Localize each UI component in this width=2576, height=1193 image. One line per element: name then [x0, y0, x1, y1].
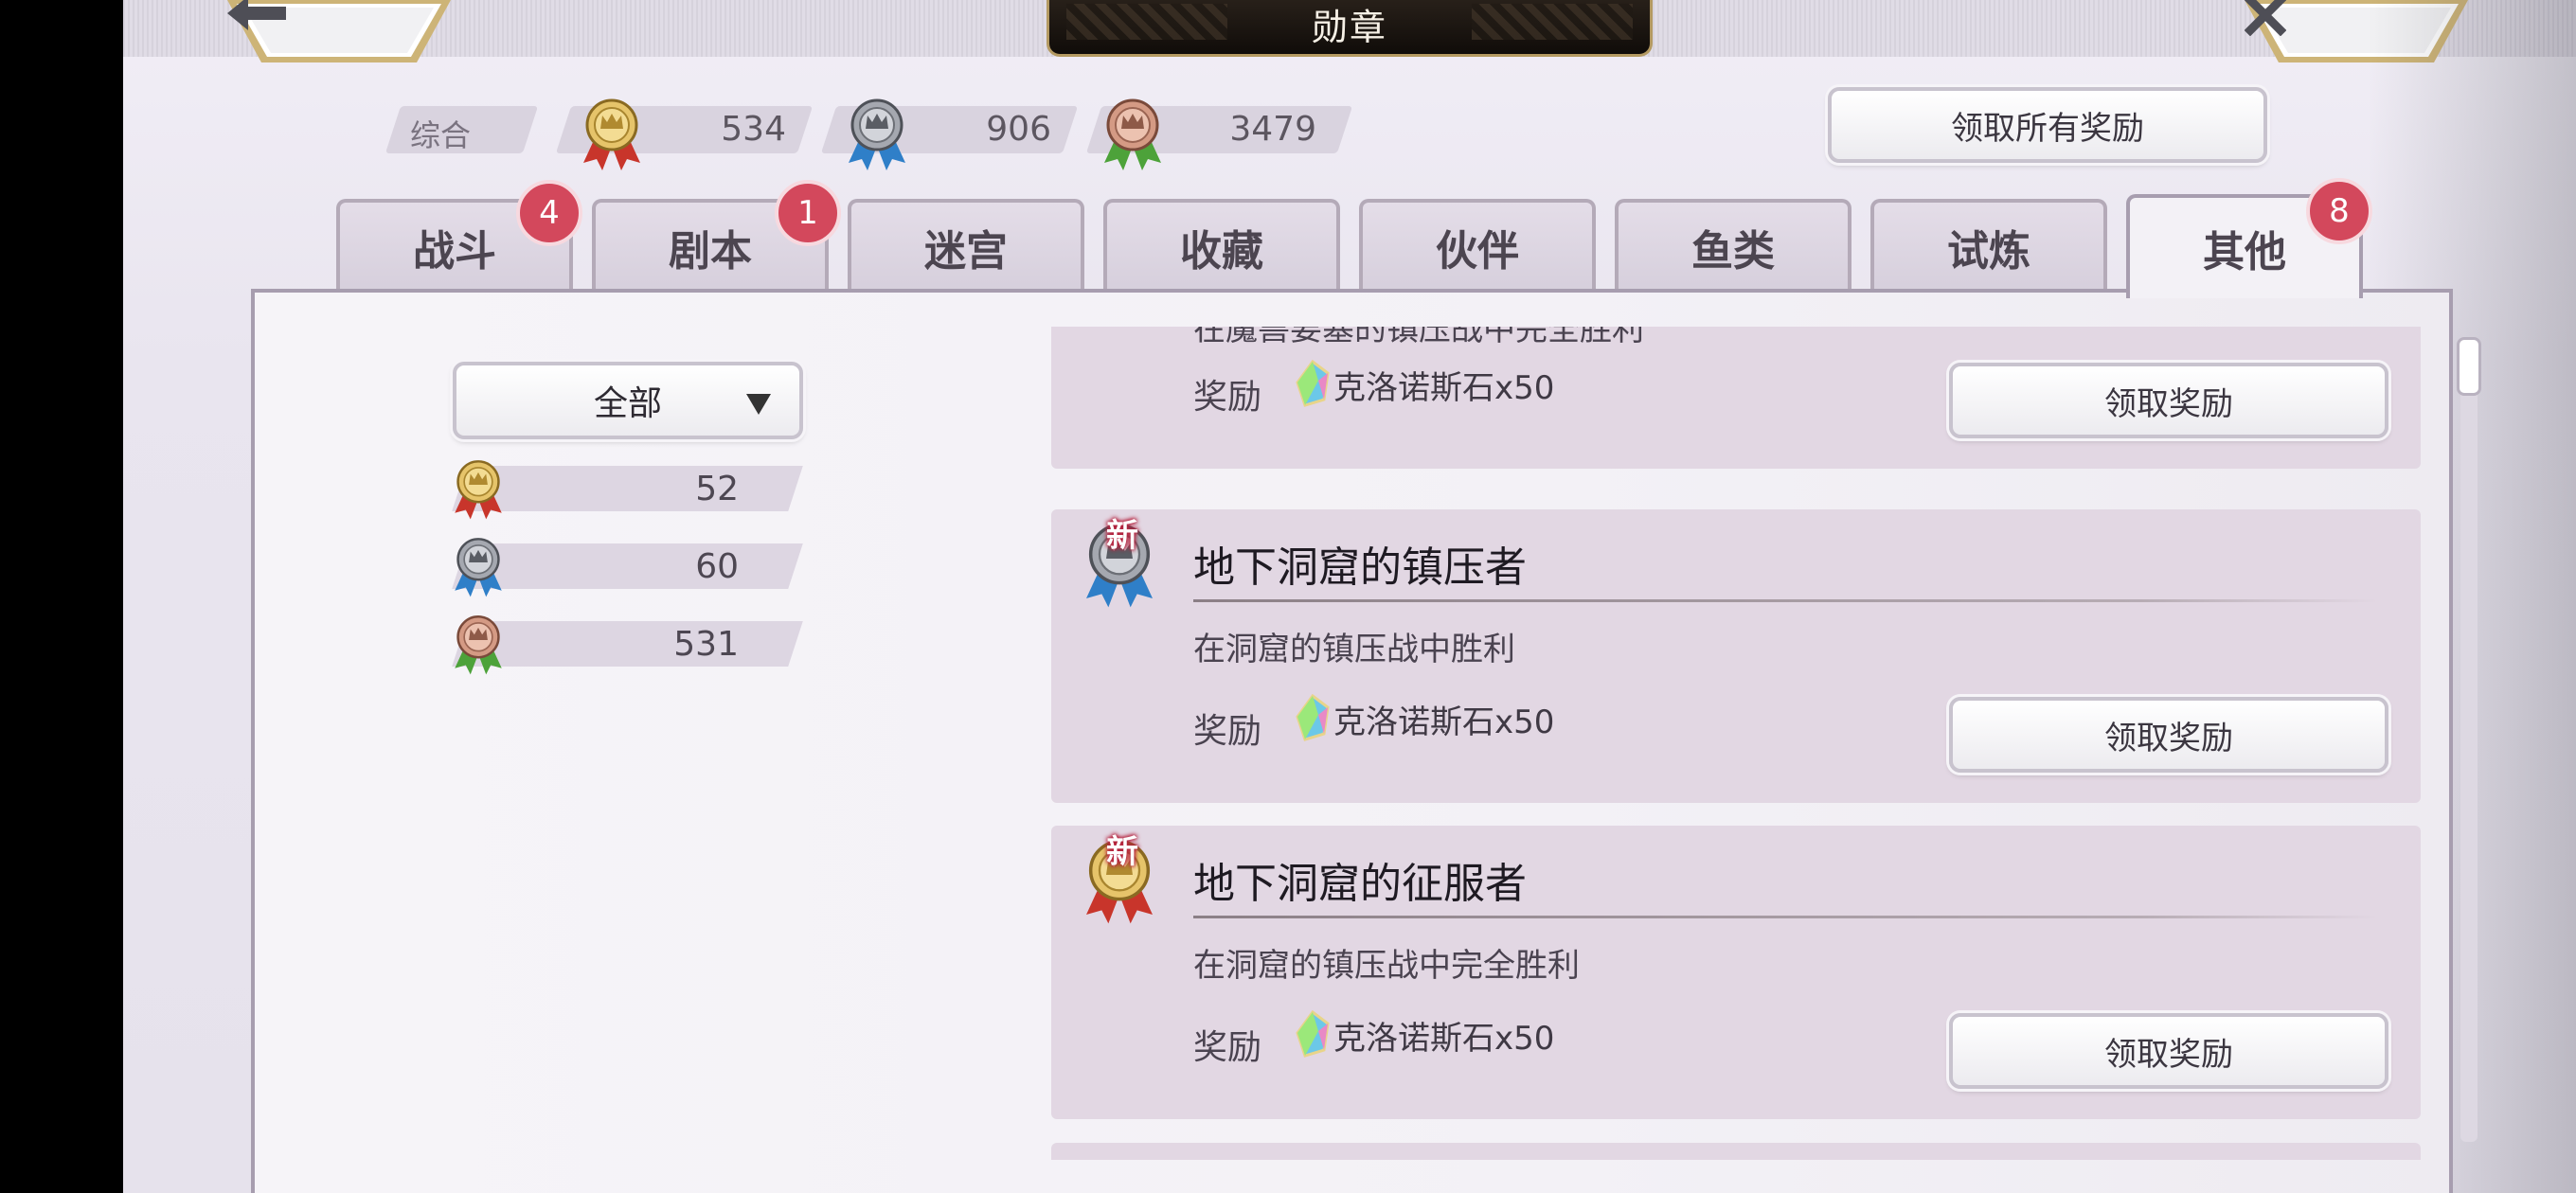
bronze-medal-icon: [1099, 97, 1167, 172]
new-badge: 新: [1106, 833, 1138, 871]
claim-reward-button[interactable]: 领取奖励: [1949, 1013, 2388, 1089]
achievement-list[interactable]: 在魔兽要塞的镇压战中完全胜利 奖励 克洛诺斯石x50 领取奖励 新 地下洞窟的镇…: [1051, 327, 2424, 1160]
gold-count: 52: [695, 470, 739, 508]
stat-silver-value: 906: [986, 110, 1051, 149]
new-badge: 新: [1106, 517, 1138, 555]
divider: [1193, 599, 2377, 602]
gold-medal-icon: [578, 97, 646, 172]
filter-selected-value: 全部: [593, 384, 662, 423]
stat-gold-value: 534: [721, 110, 786, 149]
chevron-down-icon: [746, 394, 771, 415]
gold-medal-icon: [450, 458, 507, 521]
close-button[interactable]: [2245, 0, 2468, 72]
tab-label: 鱼类: [1691, 227, 1775, 276]
claim-all-button[interactable]: 领取所有奖励: [1828, 87, 2267, 163]
filter-dropdown[interactable]: 全部: [453, 362, 803, 439]
bronze-count: 531: [673, 625, 739, 664]
card-description: 在魔兽要塞的镇压战中完全胜利: [1193, 327, 1644, 348]
reward-label: 奖励: [1193, 712, 1262, 751]
tab-label: 试炼: [1947, 227, 2030, 276]
tab-trial[interactable]: 试炼: [1870, 199, 2107, 292]
tab-companion[interactable]: 伙伴: [1359, 199, 1596, 292]
tab-label: 剧本: [669, 227, 752, 276]
reward-item: 克洛诺斯石x50: [1333, 703, 1555, 741]
tab-label: 迷宫: [924, 227, 1008, 276]
page-title: 勋章: [1311, 7, 1387, 48]
list-item: 新 地下洞窟的征服者 在洞窟的镇压战中完全胜利 奖励 克洛诺斯石x50 领取奖励: [1051, 826, 2421, 1119]
silver-medal-icon: [450, 536, 507, 598]
tab-label: 战斗: [413, 227, 496, 276]
silver-medal-icon: [843, 97, 911, 172]
title-bar: 勋章: [1046, 0, 1653, 57]
tab-collection[interactable]: 收藏: [1103, 199, 1340, 292]
gold-count-row: 52: [452, 460, 803, 520]
tab-label: 伙伴: [1436, 227, 1519, 276]
card-title: 地下洞窟的征服者: [1193, 860, 1527, 908]
tab-label: 收藏: [1180, 227, 1263, 276]
card-description: 在洞窟的镇压战中胜利: [1193, 631, 1515, 668]
list-item: 新 地下洞窟的镇压者 在洞窟的镇压战中胜利 奖励 克洛诺斯石x50 领取奖励: [1051, 509, 2421, 803]
bronze-count-row: 531: [452, 615, 803, 675]
silver-count-row: 60: [452, 538, 803, 597]
divider: [1193, 916, 2377, 918]
medals-screen: 勋章 综合 534 906 3479 领取所有奖励 战斗 4 剧本 1 迷宫 收…: [123, 0, 2576, 1193]
crystal-icon: [1296, 694, 1330, 741]
scrollbar-thumb[interactable]: [2457, 337, 2481, 396]
stat-bronze-value: 3479: [1229, 110, 1316, 149]
silver-count: 60: [695, 547, 739, 586]
card-title: 地下洞窟的镇压者: [1193, 543, 1527, 592]
claim-reward-button[interactable]: 领取奖励: [1949, 697, 2388, 773]
close-icon: [2245, 0, 2468, 57]
list-item: 在魔兽要塞的镇压战中完全胜利 奖励 克洛诺斯石x50 领取奖励: [1051, 327, 2421, 469]
list-item: [1051, 1143, 2421, 1160]
tab-label: 其他: [2203, 228, 2286, 276]
claim-reward-button[interactable]: 领取奖励: [1949, 363, 2388, 438]
stat-summary-label: 综合: [409, 117, 471, 153]
bronze-medal-icon: [450, 614, 507, 676]
reward-label: 奖励: [1193, 378, 1262, 417]
reward-item: 克洛诺斯石x50: [1333, 369, 1555, 407]
tab-labyrinth[interactable]: 迷宫: [848, 199, 1084, 292]
card-description: 在洞窟的镇压战中完全胜利: [1193, 947, 1580, 985]
crystal-icon: [1296, 1010, 1330, 1058]
scrollbar[interactable]: [2457, 337, 2481, 1142]
arrow-left-icon: [227, 0, 451, 57]
reward-label: 奖励: [1193, 1028, 1262, 1067]
crystal-icon: [1296, 360, 1330, 407]
reward-item: 克洛诺斯石x50: [1333, 1020, 1555, 1058]
tab-badge: 4: [516, 180, 582, 246]
tab-badge: 8: [2306, 178, 2372, 244]
tab-badge: 1: [775, 180, 841, 246]
back-button[interactable]: [227, 0, 451, 72]
tab-fish[interactable]: 鱼类: [1615, 199, 1852, 292]
